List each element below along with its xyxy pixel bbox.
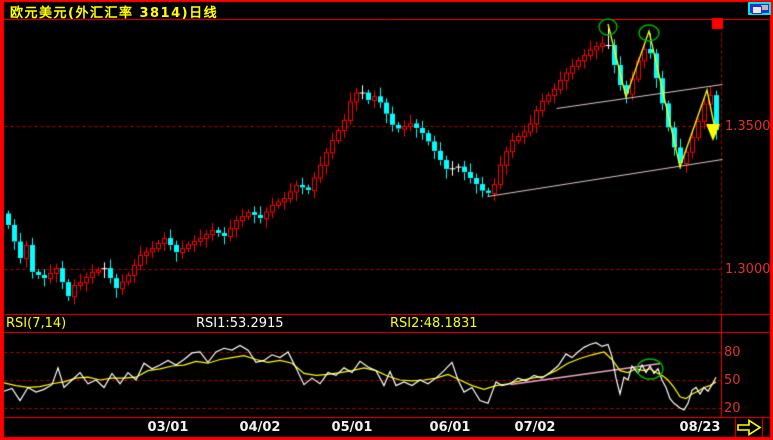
next-page-arrow-icon[interactable] <box>736 419 762 436</box>
restore-window-icon-front-square <box>752 6 762 14</box>
x-axis-date-label: 05/01 <box>331 420 373 435</box>
chart-window: 欧元美元(外汇汇率 3814)日线 1.3500 1.3000 RSI(7,14… <box>0 0 773 440</box>
x-axis-date-label: 07/02 <box>514 420 556 435</box>
price-axis-label-13500: 1.3500 <box>725 119 771 134</box>
rsi2-value-label: RSI2:48.1831 <box>390 316 478 331</box>
rsi-param-label: RSI(7,14) <box>6 316 67 331</box>
restore-window-icon-back-square <box>761 5 768 10</box>
page-title: 欧元美元(外汇汇率 3814)日线 <box>10 6 219 21</box>
x-axis-date-label: 03/01 <box>147 420 189 435</box>
restore-window-icon[interactable] <box>748 2 771 15</box>
price-axis-label-13000: 1.3000 <box>725 262 771 277</box>
x-axis-date-label: 06/01 <box>429 420 471 435</box>
rsi-level-label-50: 50 <box>724 373 741 388</box>
rsi-level-label-80: 80 <box>724 345 741 360</box>
x-axis-date-label: 08/23 <box>679 420 721 435</box>
rsi1-value-label: RSI1:53.2915 <box>196 316 284 331</box>
chart-canvas[interactable] <box>0 0 773 440</box>
x-axis-date-label: 04/02 <box>239 420 281 435</box>
rsi-level-label-20: 20 <box>724 401 741 416</box>
